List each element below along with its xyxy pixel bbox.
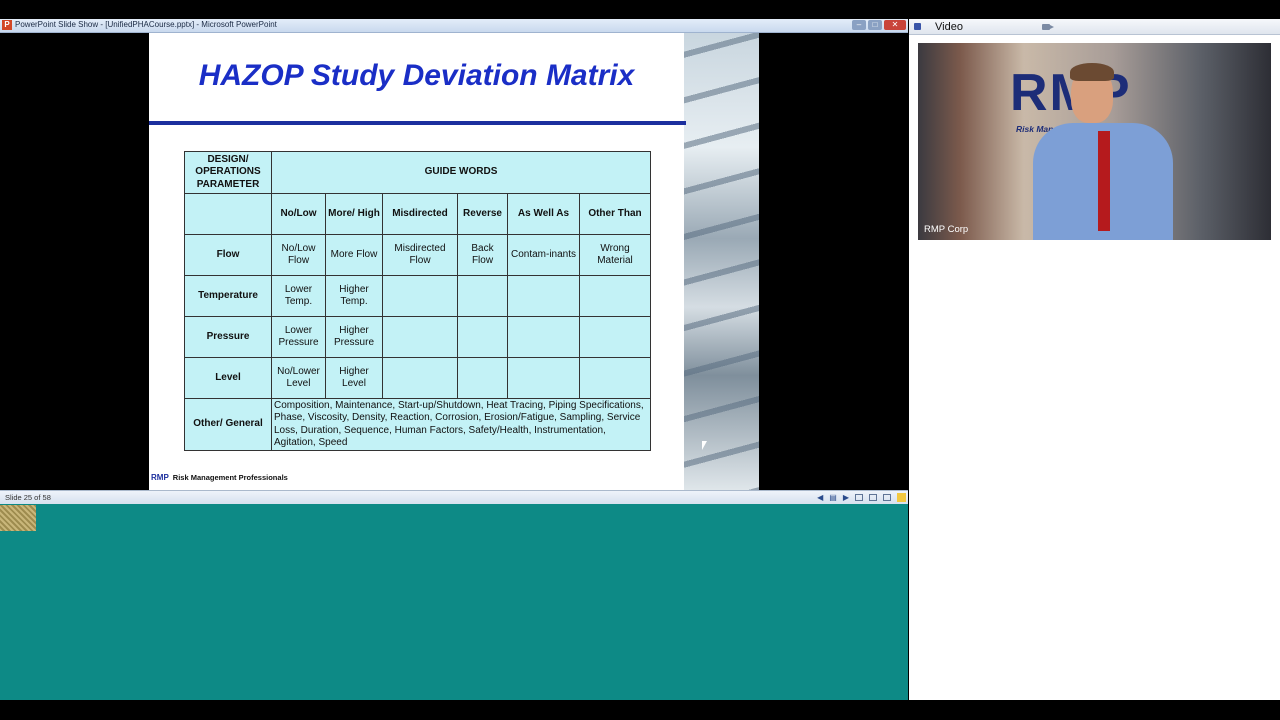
window-title: PowerPoint Slide Show - [UnifiedPHACours… bbox=[15, 20, 277, 29]
table-cell bbox=[579, 357, 651, 399]
presenter-tie bbox=[1098, 131, 1110, 231]
table-cell bbox=[382, 357, 458, 399]
row-param: Level bbox=[184, 357, 272, 399]
guide-word: Reverse bbox=[457, 193, 508, 235]
guide-word: Misdirected bbox=[382, 193, 458, 235]
param-header: DESIGN/ OPERATIONS PARAMETER bbox=[184, 151, 272, 194]
table-row: Temperature Lower Temp. Higher Temp. bbox=[184, 275, 651, 317]
table-cell bbox=[382, 275, 458, 317]
camera-icon[interactable] bbox=[1042, 24, 1054, 30]
maximize-button[interactable]: □ bbox=[868, 20, 882, 30]
footer-company-name: Risk Management Professionals bbox=[172, 473, 288, 482]
normal-view-icon[interactable] bbox=[855, 494, 863, 501]
guide-word: Other Than bbox=[579, 193, 651, 235]
slide-title: HAZOP Study Deviation Matrix bbox=[198, 59, 635, 92]
presenter-hair bbox=[1070, 63, 1114, 81]
table-cell bbox=[579, 275, 651, 317]
table-cell bbox=[507, 275, 580, 317]
panel-icon bbox=[914, 23, 921, 30]
reading-view-icon[interactable] bbox=[883, 494, 891, 501]
guide-word: No/Low bbox=[271, 193, 326, 235]
table-cell: Lower Temp. bbox=[271, 275, 326, 317]
table-cell: More Flow bbox=[325, 234, 383, 276]
next-slide-icon[interactable]: ▶ bbox=[843, 493, 849, 502]
desktop-background bbox=[0, 504, 908, 700]
table-cell: Wrong Material bbox=[579, 234, 651, 276]
table-cell bbox=[579, 316, 651, 358]
close-button[interactable]: ✕ bbox=[884, 20, 906, 30]
table-cell: Higher Pressure bbox=[325, 316, 383, 358]
slide-counter: Slide 25 of 58 bbox=[5, 493, 51, 502]
slide-sorter-icon[interactable] bbox=[869, 494, 877, 501]
table-cell bbox=[457, 275, 508, 317]
table-cell bbox=[382, 316, 458, 358]
table-cell: Misdirected Flow bbox=[382, 234, 458, 276]
fit-to-window-icon[interactable] bbox=[897, 493, 906, 502]
general-considerations-cell: Composition, Maintenance, Start-up/Shutd… bbox=[271, 398, 651, 451]
video-caption: RMP Corp bbox=[924, 224, 969, 235]
window-controls: – □ ✕ bbox=[852, 20, 906, 30]
slide-footer: RMP Risk Management Professionals bbox=[151, 473, 288, 482]
table-cell: No/Lower Level bbox=[271, 357, 326, 399]
status-bar-controls: ◀ ▤ ▶ bbox=[817, 493, 906, 502]
table-cell bbox=[507, 316, 580, 358]
row-param: Temperature bbox=[184, 275, 272, 317]
slide-title-rule bbox=[149, 121, 686, 125]
video-panel-header: Video bbox=[909, 19, 1280, 35]
row-param: Pressure bbox=[184, 316, 272, 358]
minimize-button[interactable]: – bbox=[852, 20, 866, 30]
table-cell: Higher Temp. bbox=[325, 275, 383, 317]
table-cell bbox=[184, 193, 272, 235]
table-row: Pressure Lower Pressure Higher Pressure bbox=[184, 316, 651, 358]
ppt-title-bar: P PowerPoint Slide Show - [UnifiedPHACou… bbox=[0, 19, 908, 33]
table-cell: Back Flow bbox=[457, 234, 508, 276]
guide-word: More/ High bbox=[325, 193, 383, 235]
table-cell bbox=[507, 357, 580, 399]
video-panel-title: Video bbox=[935, 21, 963, 33]
table-cell bbox=[457, 316, 508, 358]
powerpoint-icon: P bbox=[2, 20, 12, 30]
guide-word: As Well As bbox=[507, 193, 580, 235]
mouse-cursor-icon bbox=[702, 441, 707, 450]
table-row: Level No/Lower Level Higher Level bbox=[184, 357, 651, 399]
table-row: Flow No/Low Flow More Flow Misdirected F… bbox=[184, 234, 651, 276]
table-cell: Contam-inants bbox=[507, 234, 580, 276]
pattern-tile bbox=[0, 505, 36, 531]
slide-pipes-photo bbox=[684, 33, 759, 490]
table-cell: No/Low Flow bbox=[271, 234, 326, 276]
slide-menu-icon[interactable]: ▤ bbox=[829, 493, 837, 502]
presenter bbox=[1018, 61, 1208, 240]
table-row: Other/ General Composition, Maintenance,… bbox=[184, 398, 651, 451]
table-cell: Lower Pressure bbox=[271, 316, 326, 358]
row-param: Other/ General bbox=[184, 398, 272, 451]
table-cell bbox=[457, 357, 508, 399]
video-feed[interactable]: RMP Risk Management Professionals RMP Co… bbox=[918, 43, 1271, 240]
slide[interactable]: HAZOP Study Deviation Matrix DESIGN/ OPE… bbox=[149, 33, 759, 490]
ppt-status-bar: Slide 25 of 58 ◀ ▤ ▶ bbox=[0, 490, 908, 504]
row-param: Flow bbox=[184, 234, 272, 276]
deviation-matrix-table: DESIGN/ OPERATIONS PARAMETER GUIDE WORDS… bbox=[184, 151, 651, 451]
table-cell: Higher Level bbox=[325, 357, 383, 399]
guide-words-header: GUIDE WORDS bbox=[271, 151, 651, 194]
previous-slide-icon[interactable]: ◀ bbox=[817, 493, 823, 502]
rmp-logo: RMP bbox=[151, 473, 169, 482]
